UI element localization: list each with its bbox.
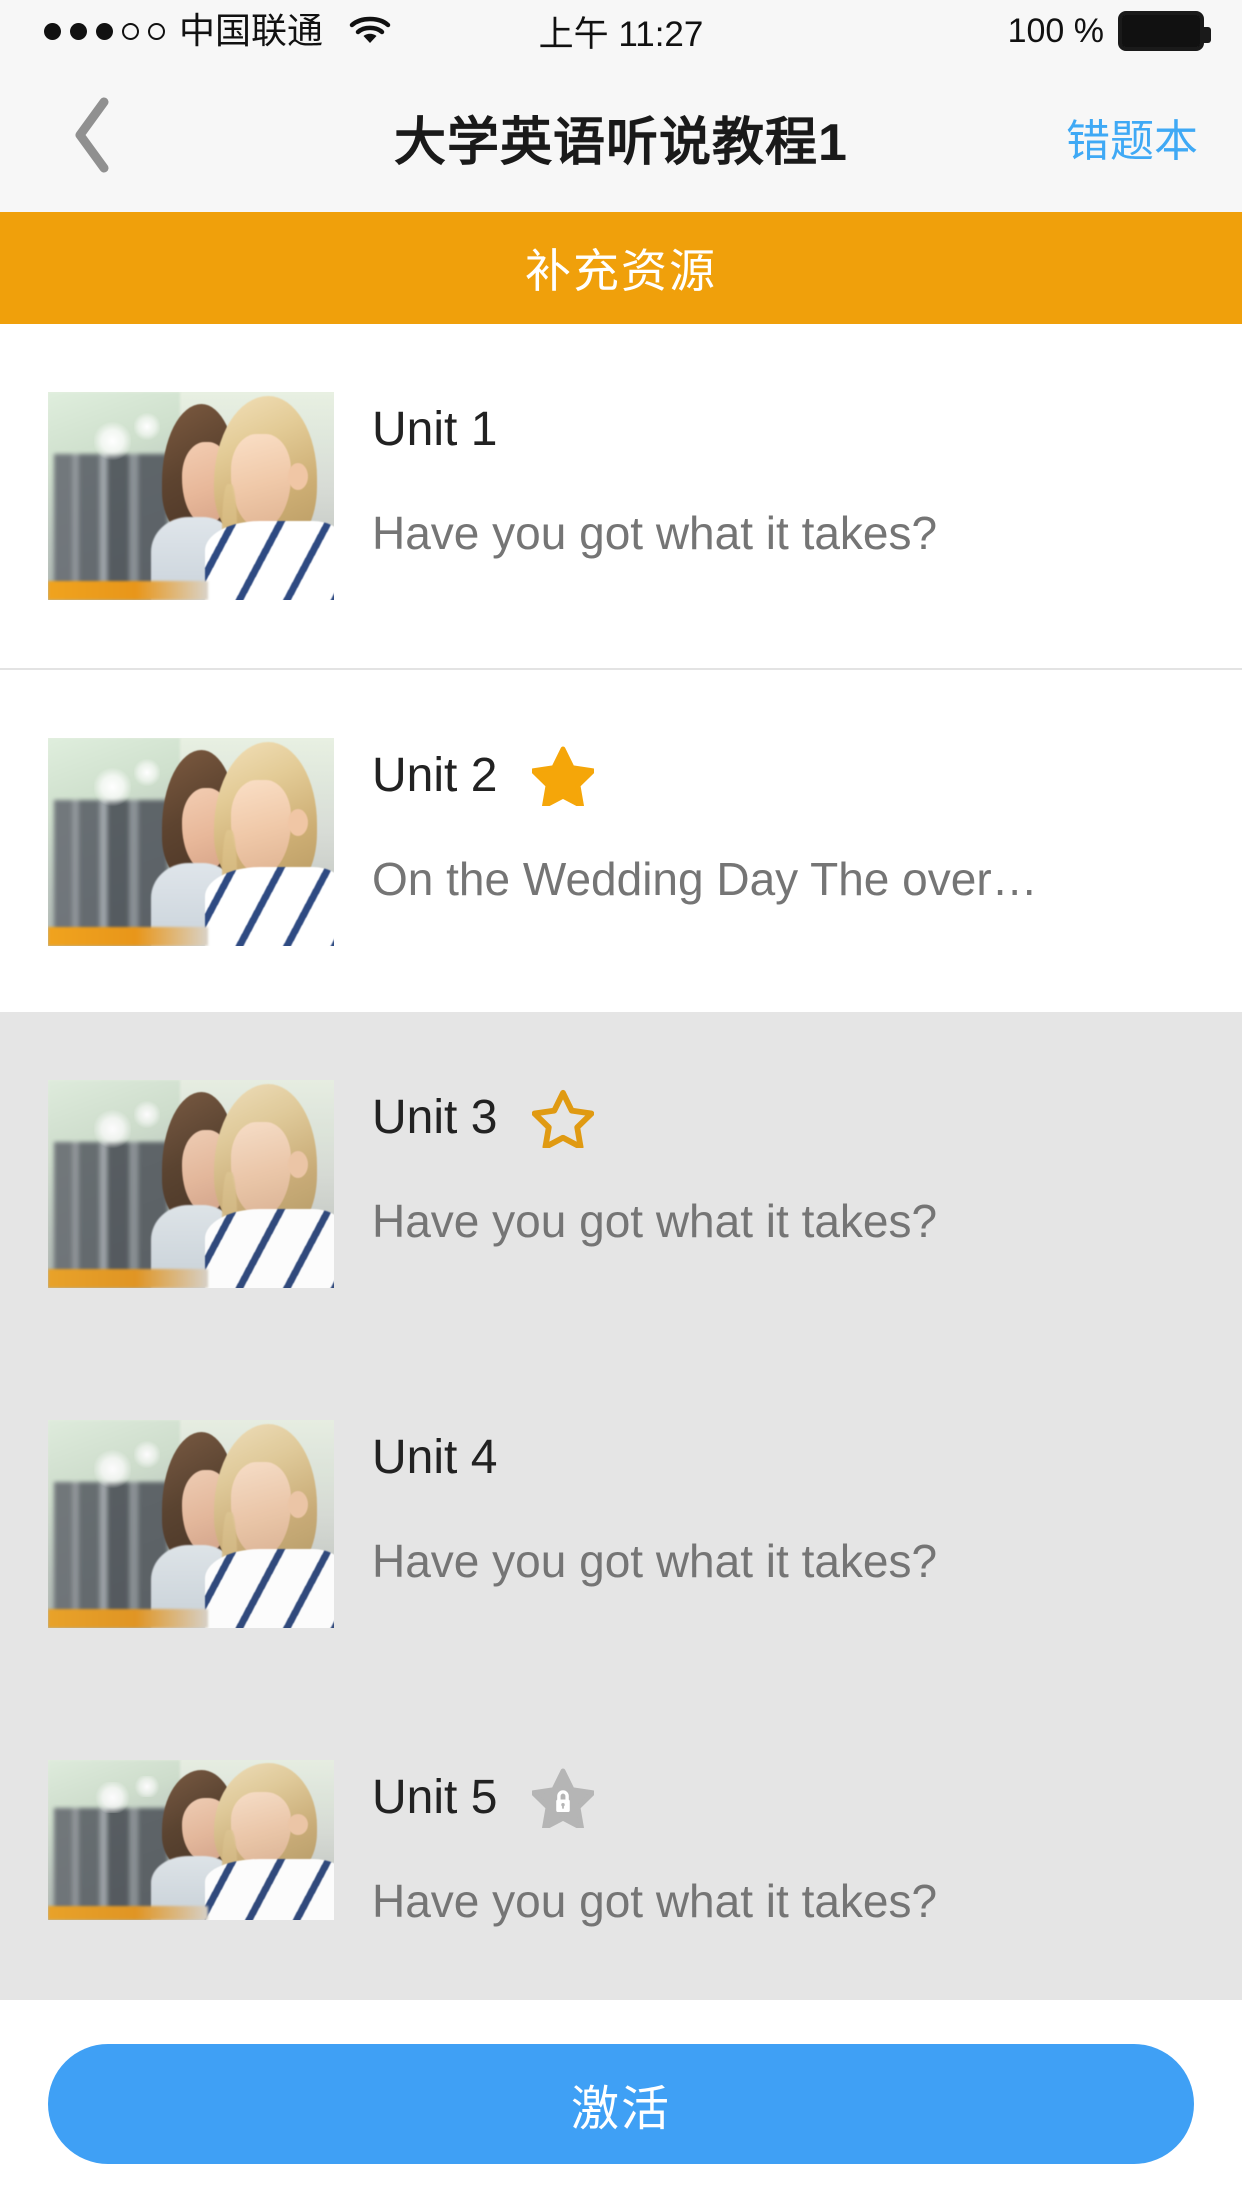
- unit-subtitle: On the Wedding Day The over…: [372, 854, 1038, 905]
- unit-subtitle: Have you got what it takes?: [372, 1196, 938, 1247]
- star-locked-icon[interactable]: [531, 1766, 595, 1830]
- unit-info: Unit 5 Have you got what it takes?: [372, 1692, 1242, 1927]
- unit-thumbnail: [48, 1760, 334, 1920]
- banner-label: 补充资源: [525, 245, 717, 297]
- list-item[interactable]: Unit 4 Have you got what it takes?: [0, 1352, 1242, 1692]
- unit-info: Unit 2 On the Wedding Day The over…: [372, 670, 1242, 905]
- bottom-action-bar: 激活: [0, 2000, 1242, 2208]
- unit-info: Unit 1 Have you got what it takes?: [372, 324, 1242, 559]
- unit-title: Unit 5: [372, 1771, 498, 1824]
- list-item[interactable]: Unit 2 On the Wedding Day The over…: [0, 670, 1242, 1012]
- page-title: 大学英语听说教程1: [394, 113, 848, 172]
- unit-title: Unit 2: [372, 749, 498, 802]
- status-bar: 中国联通 上午 11:27 100 %: [0, 0, 1242, 62]
- unit-info: Unit 4 Have you got what it takes?: [372, 1352, 1242, 1587]
- supplementary-resources-banner[interactable]: 补充资源: [0, 212, 1242, 324]
- unit-title-row: Unit 4: [372, 1426, 1202, 1490]
- navigation-bar: 大学英语听说教程1 错题本: [0, 62, 1242, 212]
- unit-thumbnail: [48, 738, 334, 946]
- unit-title-row: Unit 3: [372, 1086, 1202, 1150]
- unit-subtitle: Have you got what it takes?: [372, 1876, 938, 1927]
- list-item[interactable]: Unit 5 Have you got what it takes?: [0, 1692, 1242, 2000]
- unit-list-section-gray: Unit 3 Have you got what it takes? Unit …: [0, 1012, 1242, 2000]
- unit-title: Unit 1: [372, 403, 498, 456]
- unit-title-row: Unit 1: [372, 398, 1202, 462]
- activate-button[interactable]: 激活: [48, 2044, 1194, 2164]
- star-outline-icon[interactable]: [531, 1086, 595, 1150]
- unit-list: Unit 1 Have you got what it takes? Unit …: [0, 324, 1242, 2000]
- status-bar-right: 100 %: [1007, 0, 1211, 62]
- app-screen: 中国联通 上午 11:27 100 % 大学英语听说教程1 错题本 补充资源 U…: [0, 0, 1242, 2208]
- unit-thumbnail: [48, 1420, 334, 1628]
- star-filled-icon[interactable]: [531, 744, 595, 808]
- unit-subtitle: Have you got what it takes?: [372, 1536, 938, 1587]
- unit-subtitle: Have you got what it takes?: [372, 508, 938, 559]
- unit-thumbnail: [48, 392, 334, 600]
- unit-list-section-white: Unit 1 Have you got what it takes? Unit …: [0, 324, 1242, 1012]
- unit-title-row: Unit 2: [372, 744, 1202, 808]
- list-item[interactable]: Unit 3 Have you got what it takes?: [0, 1012, 1242, 1352]
- error-notebook-button[interactable]: 错题本: [1066, 62, 1198, 212]
- unit-title: Unit 4: [372, 1431, 498, 1484]
- unit-info: Unit 3 Have you got what it takes?: [372, 1012, 1242, 1247]
- unit-title-row: Unit 5: [372, 1766, 1202, 1830]
- unit-thumbnail: [48, 1080, 334, 1288]
- list-item[interactable]: Unit 1 Have you got what it takes?: [0, 324, 1242, 670]
- battery-percentage: 100 %: [1007, 11, 1104, 50]
- battery-icon: [1118, 11, 1211, 51]
- unit-title: Unit 3: [372, 1091, 498, 1144]
